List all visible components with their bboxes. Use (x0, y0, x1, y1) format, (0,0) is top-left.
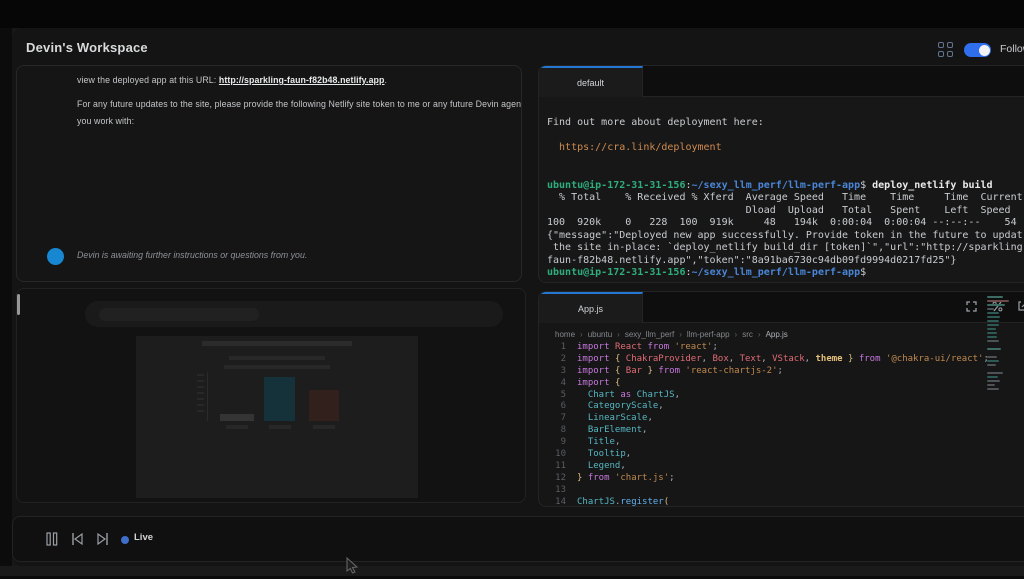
chat-message-prefix: view the deployed app at this URL: (77, 75, 219, 85)
preview-chart-title (202, 341, 352, 346)
editor-tabstrip: App.js (539, 292, 1024, 323)
scrollbar-thumb[interactable] (17, 294, 20, 315)
live-label[interactable]: Live (134, 532, 153, 543)
terminal-panel: default Find out more about deployment h… (538, 65, 1024, 283)
pause-button[interactable] (46, 532, 60, 547)
browser-preview-panel (16, 288, 526, 503)
follow-toggle[interactable] (964, 43, 991, 57)
grid-layout-icon[interactable] (938, 42, 954, 58)
grid-square (947, 51, 953, 57)
grid-square (947, 42, 953, 48)
grid-square (938, 51, 944, 57)
follow-toggle-label: Following (1000, 43, 1024, 55)
address-bar-hint (99, 308, 259, 321)
code-editor[interactable]: 1import React from 'react';2import { Cha… (539, 342, 1024, 506)
minimap[interactable] (987, 296, 1013, 506)
terminal-tabstrip: default (539, 66, 1024, 97)
playback-bar: Live (12, 516, 1024, 562)
follow-toggle-knob (979, 45, 990, 56)
agent-status-text: Devin is awaiting further instructions o… (77, 250, 307, 260)
preview-chart-y-ticks (197, 374, 204, 416)
editor-panel: App.js home›ubuntu›sexy_llm_perf›llm-per… (538, 291, 1024, 507)
live-dot-icon (121, 536, 129, 544)
chat-message-token: For any future updates to the site, plea… (77, 96, 522, 129)
preview-chart-legend (229, 356, 325, 360)
workspace-card: Devin's Workspace Following view the dep… (12, 28, 1024, 566)
preview-chart-legend (224, 365, 330, 369)
chat-message-suffix: . (385, 75, 388, 85)
chat-panel: view the deployed app at this URL: http:… (16, 65, 522, 282)
address-bar[interactable] (85, 301, 503, 327)
editor-tab-appjs[interactable]: App.js (539, 292, 643, 323)
terminal-tab-default[interactable]: default (539, 66, 643, 97)
page-title: Devin's Workspace (26, 40, 148, 55)
terminal-output[interactable]: Find out more about deployment here: htt… (547, 117, 1024, 280)
breadcrumb[interactable]: home›ubuntu›sexy_llm_perf›llm-perf-app›s… (555, 330, 788, 339)
chat-message-url: view the deployed app at this URL: http:… (77, 72, 517, 89)
expand-icon[interactable] (964, 299, 978, 313)
agent-status-row: Devin is awaiting further instructions o… (17, 246, 521, 270)
deployed-app-link[interactable]: http://sparkling-faun-f82b48.netlify.app (219, 75, 385, 85)
open-external-icon[interactable] (1016, 299, 1024, 313)
preview-page (136, 336, 418, 498)
bottom-strip (0, 566, 1024, 576)
preview-chart-y-axis (207, 372, 208, 421)
grid-square (938, 42, 944, 48)
top-letterbox-band (0, 0, 1024, 28)
left-margin-band (0, 28, 12, 566)
skip-back-button[interactable] (71, 532, 85, 547)
workspace-stage: Devin's Workspace Following view the dep… (0, 0, 1024, 576)
skip-forward-button[interactable] (96, 532, 110, 547)
status-dot-icon (47, 248, 64, 265)
